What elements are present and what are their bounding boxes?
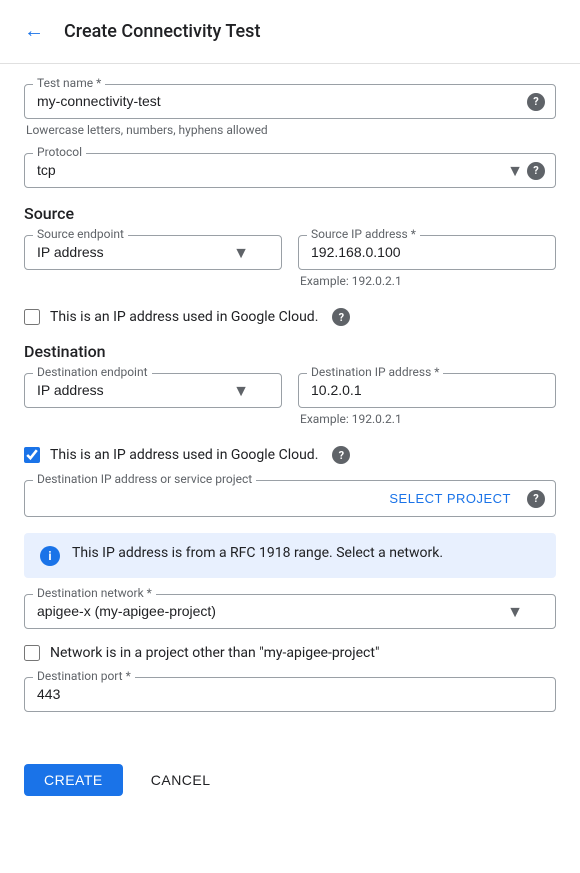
destination-google-cloud-checkbox[interactable]: [24, 447, 40, 463]
source-fields-row: Source endpoint IP address VM instance C…: [24, 235, 556, 304]
source-endpoint-wrapper: Source endpoint IP address VM instance C…: [24, 235, 282, 270]
destination-google-cloud-help-icon[interactable]: ?: [332, 446, 350, 464]
source-section-title: Source: [24, 204, 556, 223]
source-ip-wrapper: Source IP address: [298, 235, 556, 270]
protocol-group: Protocol tcp udp icmp ▼ ?: [24, 153, 556, 188]
source-ip-input[interactable]: [311, 244, 519, 260]
destination-endpoint-select[interactable]: IP address VM instance Cloud SQL instanc…: [37, 382, 245, 398]
protocol-label: Protocol: [33, 145, 86, 159]
destination-endpoint-group: Destination endpoint IP address VM insta…: [24, 373, 282, 408]
destination-ip-hint: Example: 192.0.2.1: [298, 412, 556, 426]
destination-ip-wrapper: Destination IP address: [298, 373, 556, 408]
other-project-row: Network is in a project other than "my-a…: [24, 645, 556, 661]
protocol-wrapper: Protocol tcp udp icmp ▼ ?: [24, 153, 556, 188]
other-project-checkbox[interactable]: [24, 645, 40, 661]
source-endpoint-select[interactable]: IP address VM instance Cloud SQL instanc…: [37, 244, 245, 260]
test-name-hint: Lowercase letters, numbers, hyphens allo…: [24, 123, 556, 137]
test-name-help-icon[interactable]: ?: [527, 93, 545, 111]
source-endpoint-col: Source endpoint IP address VM instance C…: [24, 235, 282, 304]
destination-port-input[interactable]: [37, 686, 519, 702]
destination-port-wrapper: Destination port: [24, 677, 556, 712]
destination-google-cloud-label: This is an IP address used in Google Clo…: [50, 447, 318, 463]
main-content: Test name ? Lowercase letters, numbers, …: [0, 64, 580, 748]
test-name-group: Test name ? Lowercase letters, numbers, …: [24, 84, 556, 137]
source-ip-group: Source IP address Example: 192.0.2.1: [298, 235, 556, 288]
page-title: Create Connectivity Test: [64, 21, 260, 42]
header: ← Create Connectivity Test: [0, 0, 580, 64]
test-name-input[interactable]: [37, 93, 519, 109]
source-endpoint-label: Source endpoint: [33, 227, 128, 241]
destination-section-title: Destination: [24, 342, 556, 361]
service-project-label: Destination IP address or service projec…: [33, 472, 256, 486]
destination-ip-group: Destination IP address Example: 192.0.2.…: [298, 373, 556, 426]
test-name-label: Test name: [33, 76, 105, 90]
back-icon: ←: [24, 20, 44, 43]
destination-endpoint-col: Destination endpoint IP address VM insta…: [24, 373, 282, 442]
test-name-wrapper: Test name ?: [24, 84, 556, 119]
destination-network-group: Destination network apigee-x (my-apigee-…: [24, 594, 556, 629]
destination-endpoint-label: Destination endpoint: [33, 365, 152, 379]
source-google-cloud-row: This is an IP address used in Google Clo…: [24, 308, 556, 326]
destination-ip-col: Destination IP address Example: 192.0.2.…: [298, 373, 556, 442]
other-project-label: Network is in a project other than "my-a…: [50, 645, 379, 661]
source-google-cloud-label: This is an IP address used in Google Clo…: [50, 309, 318, 325]
destination-network-label: Destination network: [33, 586, 156, 600]
cancel-button[interactable]: CANCEL: [131, 764, 231, 796]
source-google-cloud-checkbox[interactable]: [24, 309, 40, 325]
destination-port-group: Destination port: [24, 677, 556, 712]
destination-google-cloud-row: This is an IP address used in Google Clo…: [24, 446, 556, 464]
back-button[interactable]: ←: [20, 16, 48, 47]
destination-network-select[interactable]: apigee-x (my-apigee-project): [37, 603, 519, 619]
create-button[interactable]: CREATE: [24, 764, 123, 796]
info-banner-text: This IP address is from a RFC 1918 range…: [72, 545, 443, 561]
destination-fields-row: Destination endpoint IP address VM insta…: [24, 373, 556, 442]
source-google-cloud-help-icon[interactable]: ?: [332, 308, 350, 326]
protocol-select[interactable]: tcp udp icmp: [37, 162, 519, 178]
source-endpoint-group: Source endpoint IP address VM instance C…: [24, 235, 282, 270]
info-icon: i: [40, 546, 60, 566]
source-ip-label: Source IP address: [307, 227, 420, 241]
info-banner: i This IP address is from a RFC 1918 ran…: [24, 533, 556, 578]
destination-ip-input[interactable]: [311, 382, 519, 398]
source-ip-col: Source IP address Example: 192.0.2.1: [298, 235, 556, 304]
destination-ip-label: Destination IP address: [307, 365, 443, 379]
service-project-help-icon[interactable]: ?: [527, 490, 545, 508]
destination-port-label: Destination port: [33, 669, 135, 683]
protocol-help-icon[interactable]: ?: [527, 162, 545, 180]
destination-endpoint-wrapper: Destination endpoint IP address VM insta…: [24, 373, 282, 408]
footer-buttons: CREATE CANCEL: [0, 748, 580, 820]
select-project-button[interactable]: SELECT PROJECT: [389, 491, 511, 506]
destination-network-wrapper: Destination network apigee-x (my-apigee-…: [24, 594, 556, 629]
service-project-wrapper: Destination IP address or service projec…: [24, 480, 556, 517]
source-ip-hint: Example: 192.0.2.1: [298, 274, 556, 288]
